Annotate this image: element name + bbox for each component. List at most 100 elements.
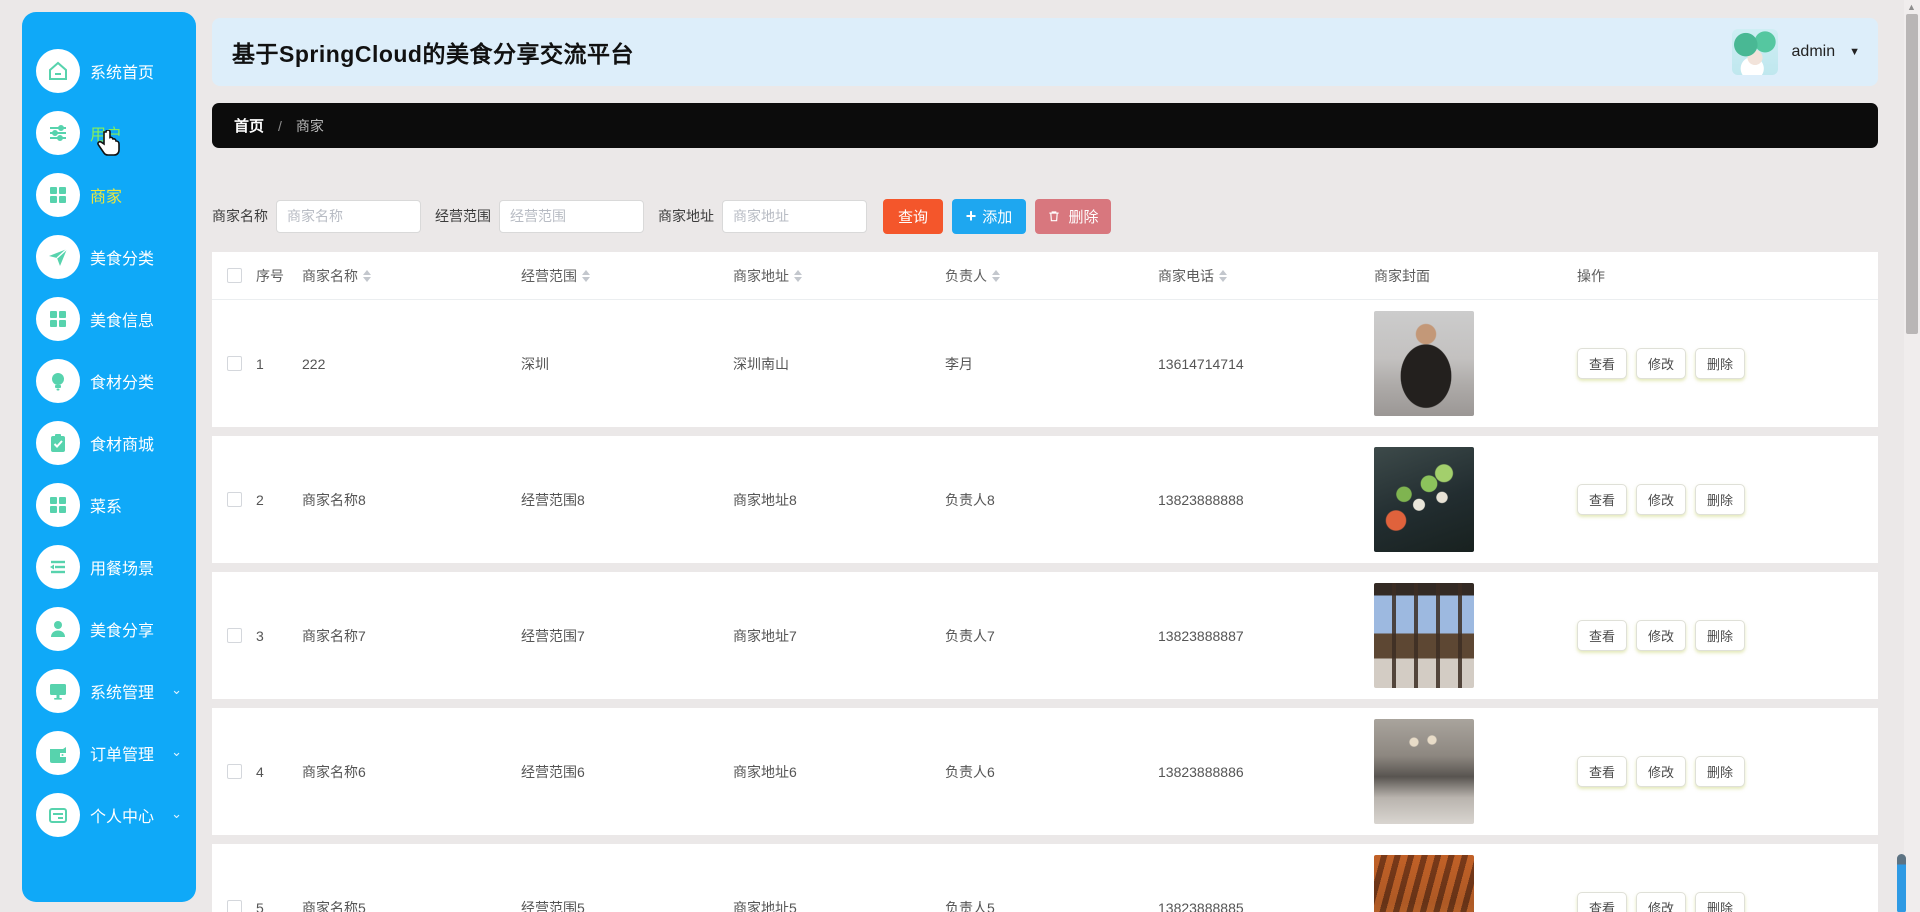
sidebar-item-label: 食材分类 [90, 369, 154, 393]
sidebar-item-ingredient-category[interactable]: 食材分类 [22, 350, 196, 412]
row-checkbox[interactable] [227, 356, 242, 371]
add-button[interactable]: +添加 [952, 199, 1026, 234]
merchant-address-input[interactable] [722, 200, 867, 233]
column-header-phone[interactable]: 商家电话 [1158, 266, 1374, 286]
table-header: 序号 商家名称 经营范围 商家地址 负责人 商家电话 商家封面 操作 [212, 252, 1878, 300]
cell-manager: 负责人8 [945, 490, 1158, 510]
chevron-down-icon[interactable]: ⌄ [171, 806, 182, 822]
filter-label-name: 商家名称 [212, 206, 268, 226]
row-delete-button[interactable]: 删除 [1695, 756, 1745, 787]
chevron-down-icon[interactable]: ⌄ [171, 744, 182, 760]
sidebar-item-food-info[interactable]: 美食信息 [22, 288, 196, 350]
sidebar-item-system-management[interactable]: 系统管理 ⌄ [22, 660, 196, 722]
chevron-down-icon[interactable]: ⌄ [171, 682, 182, 698]
cell-phone: 13823888885 [1158, 900, 1374, 912]
sidebar-item-personal-center[interactable]: 个人中心 ⌄ [22, 784, 196, 846]
sort-icon[interactable] [582, 270, 590, 282]
sidebar-item-label: 商家 [90, 183, 122, 207]
edit-button[interactable]: 修改 [1636, 620, 1686, 651]
sidebar-item-dining-scene[interactable]: 用餐场景 [22, 536, 196, 598]
main-content: 基于SpringCloud的美食分享交流平台 admin ▼ 首页 / 商家 商… [212, 0, 1878, 912]
row-checkbox[interactable] [227, 900, 242, 912]
table-row: 5 商家名称5 经营范围5 商家地址5 负责人5 13823888885 查看 … [212, 844, 1878, 912]
send-icon [36, 235, 80, 279]
plus-icon: + [966, 207, 977, 225]
sort-icon[interactable] [794, 270, 802, 282]
edit-button[interactable]: 修改 [1636, 348, 1686, 379]
user-icon [36, 607, 80, 651]
row-delete-button[interactable]: 删除 [1695, 892, 1745, 912]
select-all-checkbox[interactable] [227, 268, 242, 283]
sidebar-item-label: 用餐场景 [90, 555, 154, 579]
cell-address: 商家地址8 [733, 490, 945, 510]
cell-index: 3 [256, 628, 302, 644]
cell-name: 商家名称8 [302, 490, 521, 510]
row-checkbox[interactable] [227, 492, 242, 507]
sidebar-item-ingredient-mall[interactable]: 食材商城 [22, 412, 196, 474]
merchant-name-input[interactable] [276, 200, 421, 233]
sidebar-item-system-home[interactable]: 系统首页 [22, 40, 196, 102]
sidebar-item-label: 菜系 [90, 493, 122, 517]
vertical-scrollbar[interactable]: ▲ [1904, 0, 1920, 912]
sidebar-item-label: 美食分类 [90, 245, 154, 269]
sliders-icon [36, 111, 80, 155]
cell-phone: 13823888887 [1158, 628, 1374, 644]
sidebar-item-label: 美食信息 [90, 307, 154, 331]
sidebar-item-merchants[interactable]: 商家 [22, 164, 196, 226]
bottom-scroll-indicator [1897, 854, 1906, 912]
delete-button[interactable]: 删除 [1035, 199, 1111, 234]
sidebar-item-food-share[interactable]: 美食分享 [22, 598, 196, 660]
sidebar-item-food-category[interactable]: 美食分类 [22, 226, 196, 288]
scroll-up-icon[interactable]: ▲ [1907, 2, 1916, 12]
table-row: 1 222 深圳 深圳南山 李月 13614714714 查看 修改 删除 [212, 300, 1878, 427]
column-header-name[interactable]: 商家名称 [302, 266, 521, 286]
view-button[interactable]: 查看 [1577, 756, 1627, 787]
sidebar-item-order-management[interactable]: 订单管理 ⌄ [22, 722, 196, 784]
row-divider [212, 427, 1878, 436]
row-delete-button[interactable]: 删除 [1695, 348, 1745, 379]
row-delete-button[interactable]: 删除 [1695, 484, 1745, 515]
grid-icon [36, 297, 80, 341]
column-header-scope[interactable]: 经营范围 [521, 266, 733, 286]
cell-scope: 经营范围5 [521, 898, 733, 912]
monitor-icon [36, 669, 80, 713]
row-divider [212, 563, 1878, 572]
row-checkbox[interactable] [227, 628, 242, 643]
scrollbar-thumb[interactable] [1906, 14, 1918, 334]
sort-icon[interactable] [363, 270, 371, 282]
cell-manager: 负责人5 [945, 898, 1158, 912]
sort-icon[interactable] [992, 270, 1000, 282]
filter-label-address: 商家地址 [658, 206, 714, 226]
cell-manager: 负责人6 [945, 762, 1158, 782]
sidebar-item-label: 系统首页 [90, 59, 154, 83]
sort-icon[interactable] [1219, 270, 1227, 282]
column-header-manager[interactable]: 负责人 [945, 266, 1158, 286]
wallet-icon [36, 731, 80, 775]
edit-button[interactable]: 修改 [1636, 484, 1686, 515]
cell-scope: 经营范围8 [521, 490, 733, 510]
view-button[interactable]: 查看 [1577, 484, 1627, 515]
column-header-index: 序号 [256, 266, 302, 286]
view-button[interactable]: 查看 [1577, 892, 1627, 912]
cell-name: 222 [302, 356, 521, 372]
column-header-address[interactable]: 商家地址 [733, 266, 945, 286]
edit-button[interactable]: 修改 [1636, 756, 1686, 787]
row-checkbox[interactable] [227, 764, 242, 779]
merchant-cover-image [1374, 311, 1474, 416]
grid-icon [36, 483, 80, 527]
username: admin [1792, 43, 1836, 61]
edit-button[interactable]: 修改 [1636, 892, 1686, 912]
cell-index: 1 [256, 356, 302, 372]
table-row: 2 商家名称8 经营范围8 商家地址8 负责人8 13823888888 查看 … [212, 436, 1878, 563]
row-delete-button[interactable]: 删除 [1695, 620, 1745, 651]
breadcrumb-home-link[interactable]: 首页 [234, 115, 264, 136]
view-button[interactable]: 查看 [1577, 348, 1627, 379]
sidebar-item-cuisine[interactable]: 菜系 [22, 474, 196, 536]
view-button[interactable]: 查看 [1577, 620, 1627, 651]
clipboard-check-icon [36, 421, 80, 465]
business-scope-input[interactable] [499, 200, 644, 233]
user-menu[interactable]: admin ▼ [1732, 28, 1860, 76]
cell-name: 商家名称5 [302, 898, 521, 912]
query-button[interactable]: 查询 [883, 199, 943, 234]
cell-scope: 深圳 [521, 354, 733, 374]
